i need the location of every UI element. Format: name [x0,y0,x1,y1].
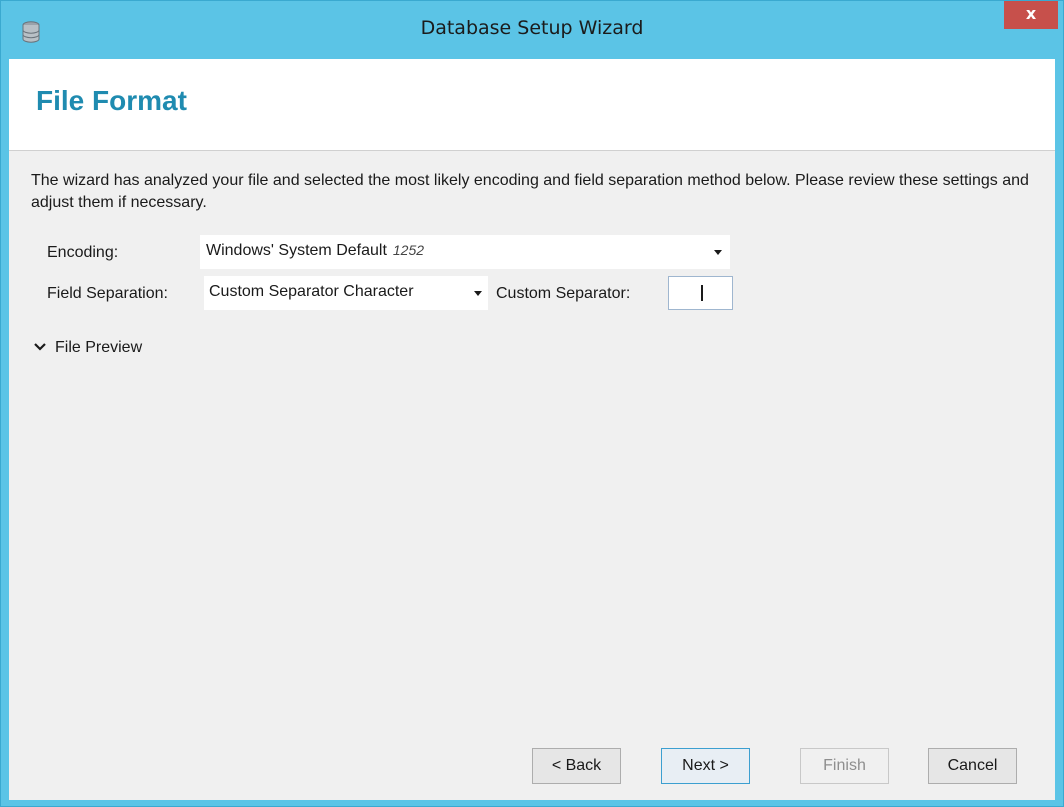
file-preview-label: File Preview [55,339,143,356]
chevron-down-icon [34,343,46,351]
field-separation-dropdown[interactable]: Custom Separator Character [204,276,488,310]
page-header: File Format [9,59,1055,151]
next-button[interactable]: Next > [661,748,750,784]
encoding-value: Windows' System Default 1252 [206,242,424,260]
wizard-window: Database Setup Wizard x File Format The … [0,0,1064,807]
encoding-name: Windows' System Default [206,242,387,259]
chevron-down-icon [714,250,722,255]
intro-text: The wizard has analyzed your file and se… [31,172,1029,211]
custom-separator-input[interactable] [668,276,733,310]
wizard-content: File Format The wizard has analyzed your… [9,59,1055,800]
back-button[interactable]: < Back [532,748,621,784]
finish-button[interactable]: Finish [800,748,889,784]
encoding-dropdown[interactable]: Windows' System Default 1252 [200,235,730,269]
title-bar[interactable]: Database Setup Wizard x [1,1,1063,59]
encoding-label: Encoding: [47,244,119,261]
close-button[interactable]: x [1004,1,1058,29]
chevron-down-icon [474,291,482,296]
window-title: Database Setup Wizard [420,17,644,39]
page-title: File Format [36,85,187,116]
field-separation-value: Custom Separator Character [209,283,414,300]
field-separation-label: Field Separation: [47,285,168,302]
custom-separator-label: Custom Separator: [496,285,631,302]
encoding-codepage: 1252 [392,242,425,258]
cancel-button[interactable]: Cancel [928,748,1017,784]
text-caret [701,285,703,301]
